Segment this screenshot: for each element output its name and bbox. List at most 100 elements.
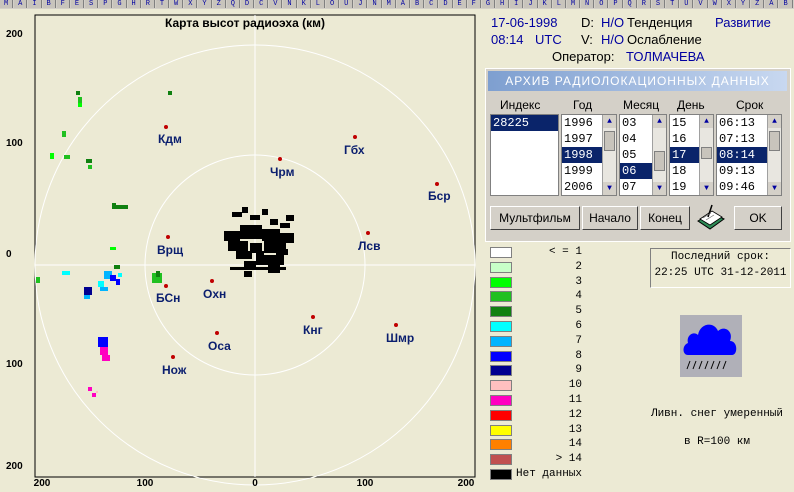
scroll-down-icon[interactable]: ▼ bbox=[700, 182, 713, 195]
toolbar-button[interactable]: C bbox=[425, 0, 439, 8]
toolbar-button[interactable]: P bbox=[609, 0, 623, 8]
toolbar-button[interactable]: R bbox=[141, 0, 155, 8]
toolbar-button[interactable]: H bbox=[127, 0, 141, 8]
toolbar-button[interactable]: M bbox=[382, 0, 396, 8]
toolbar-button[interactable]: L bbox=[311, 0, 325, 8]
year-list[interactable]: 1996 1997 1998 1999 2006 ▲ ▼ bbox=[561, 114, 617, 196]
toolbar-button[interactable]: D bbox=[439, 0, 453, 8]
toolbar-button[interactable]: I bbox=[28, 0, 42, 8]
start-button[interactable]: Начало bbox=[582, 206, 638, 230]
toolbar-button[interactable]: J bbox=[524, 0, 538, 8]
toolbar-button[interactable]: A bbox=[765, 0, 779, 8]
scroll-thumb[interactable] bbox=[769, 131, 780, 151]
toolbar-button[interactable]: G bbox=[481, 0, 496, 8]
toolbar-button[interactable]: T bbox=[155, 0, 170, 8]
scroll-up-icon[interactable]: ▲ bbox=[700, 115, 713, 128]
month-list[interactable]: 03 04 05 06 07 ▲ ▼ bbox=[619, 114, 667, 196]
legend-swatch bbox=[490, 306, 512, 318]
toolbar-button[interactable]: H bbox=[496, 0, 510, 8]
toolbar-button[interactable]: K bbox=[297, 0, 311, 8]
month-scrollbar[interactable]: ▲ ▼ bbox=[652, 115, 666, 195]
scroll-up-icon[interactable]: ▲ bbox=[768, 115, 781, 128]
scroll-down-icon[interactable]: ▼ bbox=[768, 182, 781, 195]
year-scrollbar[interactable]: ▲ ▼ bbox=[602, 115, 616, 195]
toolbar-button[interactable]: A bbox=[14, 0, 28, 8]
legend-item: 7 bbox=[488, 335, 628, 348]
toolbar-button[interactable]: B bbox=[779, 0, 793, 8]
multfilm-button[interactable]: Мультфильм bbox=[490, 206, 580, 230]
toolbar-button[interactable]: W bbox=[708, 0, 722, 8]
toolbar-button[interactable]: M bbox=[566, 0, 581, 8]
toolbar-button[interactable]: A bbox=[396, 0, 410, 8]
index-item[interactable]: 28225 bbox=[491, 115, 558, 131]
legend-label: 7 bbox=[575, 334, 582, 347]
toolbar-button[interactable]: V bbox=[694, 0, 708, 8]
toolbar-button[interactable]: Z bbox=[212, 0, 226, 8]
book-icon[interactable] bbox=[696, 203, 726, 231]
x-tick-label: 0 bbox=[252, 478, 258, 487]
ok-button[interactable]: OK bbox=[734, 206, 782, 230]
toolbar-button[interactable]: W bbox=[170, 0, 184, 8]
scroll-down-icon[interactable]: ▼ bbox=[653, 182, 666, 195]
scroll-thumb[interactable] bbox=[701, 147, 712, 159]
toolbar-button[interactable]: I bbox=[510, 0, 524, 8]
toolbar-button[interactable]: Q bbox=[623, 0, 637, 8]
echo-cell bbox=[84, 287, 92, 295]
end-button[interactable]: Конец bbox=[640, 206, 690, 230]
scroll-thumb[interactable] bbox=[654, 151, 665, 171]
toolbar-button[interactable]: E bbox=[453, 0, 467, 8]
toolbar-button[interactable]: P bbox=[99, 0, 113, 8]
toolbar-button[interactable]: X bbox=[722, 0, 736, 8]
legend-label: 10 bbox=[568, 379, 582, 392]
scroll-down-icon[interactable]: ▼ bbox=[603, 182, 616, 195]
toolbar-button[interactable]: N bbox=[283, 0, 297, 8]
toolbar-button[interactable]: U bbox=[340, 0, 354, 8]
toolbar-button[interactable]: C bbox=[255, 0, 269, 8]
toolbar-button[interactable]: X bbox=[184, 0, 198, 8]
echo-cell bbox=[88, 387, 92, 391]
toolbar-button[interactable]: T bbox=[666, 0, 680, 8]
scroll-up-icon[interactable]: ▲ bbox=[603, 115, 616, 128]
scroll-up-icon[interactable]: ▲ bbox=[653, 115, 666, 128]
toolbar-button[interactable]: U bbox=[680, 0, 694, 8]
toolbar-button[interactable]: O bbox=[325, 0, 340, 8]
day-list[interactable]: 15 16 17 18 19 ▲ ▼ bbox=[669, 114, 714, 196]
y-tick-label: 100 bbox=[6, 138, 23, 149]
toolbar-button[interactable]: F bbox=[56, 0, 70, 8]
echo-cell bbox=[248, 233, 252, 237]
toolbar-button[interactable]: R bbox=[637, 0, 651, 8]
toolbar-button[interactable]: F bbox=[467, 0, 481, 8]
toolbar-button[interactable]: N bbox=[581, 0, 595, 8]
toolbar-button[interactable]: V bbox=[269, 0, 283, 8]
toolbar-button[interactable]: S bbox=[651, 0, 666, 8]
day-scrollbar[interactable]: ▲ ▼ bbox=[699, 115, 713, 195]
legend-label: 5 bbox=[575, 305, 582, 318]
term-scrollbar[interactable]: ▲ ▼ bbox=[767, 115, 781, 195]
toolbar-button[interactable]: G bbox=[113, 0, 127, 8]
legend-item: 10 bbox=[488, 379, 628, 392]
toolbar-button[interactable]: Z bbox=[751, 0, 765, 8]
echo-cell bbox=[116, 205, 128, 209]
toolbar-button[interactable]: N bbox=[368, 0, 382, 8]
station-label: Гбх bbox=[344, 143, 365, 157]
term-list[interactable]: 06:13 07:13 08:14 09:13 09:46 ▲ ▼ bbox=[716, 114, 782, 196]
legend-item: < = 1 bbox=[488, 246, 628, 259]
scroll-thumb[interactable] bbox=[604, 131, 615, 151]
toolbar-button[interactable]: J bbox=[354, 0, 368, 8]
echo-cell bbox=[262, 209, 268, 215]
toolbar-button[interactable]: S bbox=[85, 0, 99, 8]
toolbar-button[interactable]: Y bbox=[198, 0, 212, 8]
index-list[interactable]: 28225 bbox=[490, 114, 559, 196]
toolbar-button[interactable]: M bbox=[0, 0, 14, 8]
toolbar-button[interactable]: B bbox=[410, 0, 425, 8]
toolbar-button[interactable]: Q bbox=[226, 0, 240, 8]
toolbar-button[interactable]: Y bbox=[736, 0, 751, 8]
legend-item: 8 bbox=[488, 350, 628, 363]
toolbar-button[interactable]: E bbox=[70, 0, 85, 8]
toolbar-button[interactable]: O bbox=[595, 0, 609, 8]
toolbar-button[interactable]: D bbox=[240, 0, 255, 8]
toolbar-button[interactable]: B bbox=[42, 0, 56, 8]
toolbar-button[interactable]: L bbox=[552, 0, 566, 8]
echo-cell bbox=[62, 271, 70, 275]
toolbar-button[interactable]: K bbox=[538, 0, 552, 8]
